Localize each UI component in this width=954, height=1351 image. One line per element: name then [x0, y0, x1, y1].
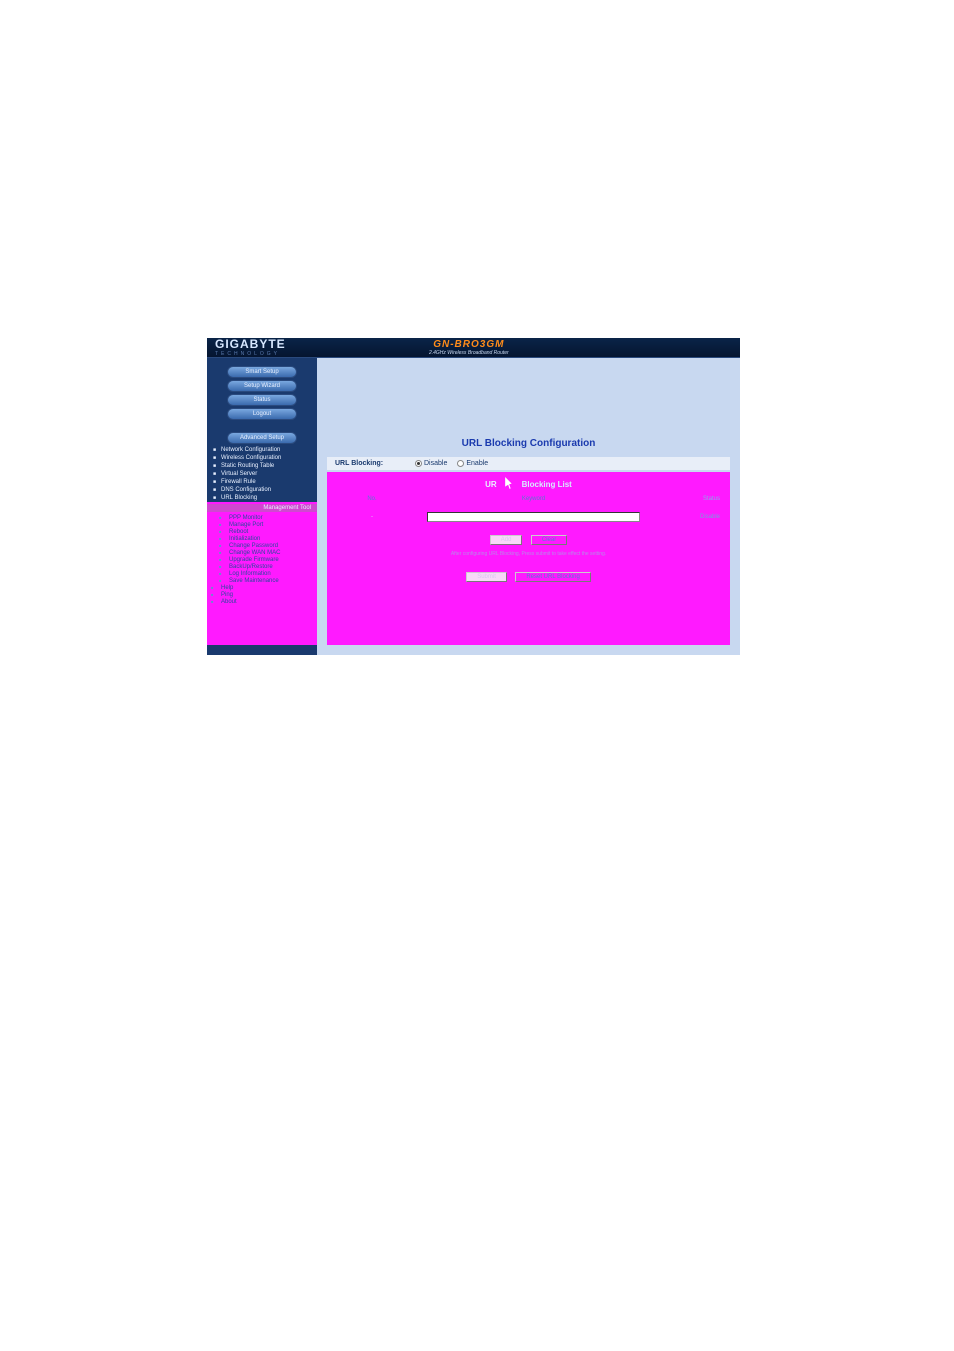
management-section: Management Tool PPP Monitor Manage Port …: [207, 502, 317, 645]
hint-text: After configuring URL Blocking, Press su…: [327, 548, 730, 563]
list-header-prefix: UR: [485, 480, 497, 489]
product-block: GN-BRO3GM 2.4GHz Wireless Broadband Rout…: [429, 339, 509, 356]
nav-network-configuration[interactable]: Network Configuration: [211, 446, 313, 454]
advanced-setup-button[interactable]: Advanced Setup: [227, 432, 297, 444]
mgmt-reboot[interactable]: Reboot: [229, 528, 313, 535]
management-list: PPP Monitor Manage Port Reboot Initializ…: [211, 514, 313, 584]
mgmt-initialization[interactable]: Initialization: [229, 535, 313, 542]
brand-sub: TECHNOLOGY: [215, 351, 286, 357]
radio-enable-label: Enable: [466, 460, 488, 467]
keyword-input[interactable]: [427, 512, 640, 522]
status-button[interactable]: Status: [227, 394, 297, 406]
mgmt-ping[interactable]: Ping: [211, 591, 313, 598]
radio-disable-dot: [415, 460, 422, 467]
mgmt-change-wan-mac[interactable]: Change WAN MAC: [229, 549, 313, 556]
row-no-value: -: [337, 514, 407, 520]
brand-block: GIGABYTE TECHNOLOGY: [215, 338, 286, 357]
mgmt-save-maintenance[interactable]: Save Maintenance: [229, 577, 313, 584]
logout-button[interactable]: Logout: [227, 408, 297, 420]
radio-disable[interactable]: Disable: [415, 460, 447, 467]
col-keyword-header: Keyword: [407, 496, 660, 502]
bottom-filler: [327, 585, 730, 645]
add-clear-row: Add Clear: [327, 526, 730, 548]
product-desc: 2.4GHz Wireless Broadband Router: [429, 350, 509, 356]
nav-firewall-rule[interactable]: Firewall Rule: [211, 478, 313, 486]
mgmt-manage-port[interactable]: Manage Port: [229, 521, 313, 528]
reset-button[interactable]: Reset URL Blocking: [515, 572, 590, 582]
row-status-value: Disable: [660, 514, 720, 520]
table-header-row: No. Keyword Status: [327, 494, 730, 512]
advanced-nav-list: Network Configuration Wireless Configura…: [211, 446, 313, 502]
table-input-row: - Disable: [327, 512, 730, 526]
submit-button[interactable]: Submit: [466, 572, 507, 582]
mgmt-help[interactable]: Help: [211, 584, 313, 591]
header-bar: GIGABYTE TECHNOLOGY GN-BRO3GM 2.4GHz Wir…: [207, 338, 740, 358]
router-admin-window: GIGABYTE TECHNOLOGY GN-BRO3GM 2.4GHz Wir…: [207, 338, 740, 635]
radio-enable[interactable]: Enable: [457, 460, 488, 467]
nav-dns-configuration[interactable]: DNS Configuration: [211, 486, 313, 494]
mgmt-backup-restore[interactable]: BackUp/Restore: [229, 563, 313, 570]
mgmt-ppp-monitor[interactable]: PPP Monitor: [229, 514, 313, 521]
mgmt-change-password[interactable]: Change Password: [229, 542, 313, 549]
blocking-list-header: UR Blocking List: [327, 472, 730, 494]
col-status-header: Status: [660, 496, 720, 502]
submit-reset-row: Submit Reset URL Blocking: [327, 563, 730, 585]
nav-wireless-configuration[interactable]: Wireless Configuration: [211, 454, 313, 462]
nav-static-routing-table[interactable]: Static Routing Table: [211, 462, 313, 470]
body-row: Smart Setup Setup Wizard Status Logout A…: [207, 358, 740, 655]
col-no-header: No.: [337, 496, 407, 502]
sidebar: Smart Setup Setup Wizard Status Logout A…: [207, 358, 317, 655]
smart-setup-button[interactable]: Smart Setup: [227, 366, 297, 378]
cursor-icon: [505, 477, 515, 489]
main-panel: URL Blocking Configuration URL Blocking:…: [317, 358, 740, 655]
add-button[interactable]: Add: [490, 535, 523, 545]
url-blocking-radio-group: Disable Enable: [415, 460, 488, 467]
url-blocking-label: URL Blocking:: [335, 460, 415, 467]
mgmt-upgrade-firmware[interactable]: Upgrade Firmware: [229, 556, 313, 563]
mgmt-about[interactable]: About: [211, 598, 313, 605]
setup-wizard-button[interactable]: Setup Wizard: [227, 380, 297, 392]
management-header: Management Tool: [207, 504, 317, 512]
nav-virtual-server[interactable]: Virtual Server: [211, 470, 313, 478]
page-title: URL Blocking Configuration: [327, 438, 730, 449]
url-blocking-row: URL Blocking: Disable Enable: [327, 457, 730, 470]
mgmt-log-information[interactable]: Log Information: [229, 570, 313, 577]
radio-disable-label: Disable: [424, 460, 447, 467]
product-name: GN-BRO3GM: [429, 339, 509, 350]
radio-enable-dot: [457, 460, 464, 467]
nav-url-blocking[interactable]: URL Blocking: [211, 494, 313, 502]
clear-button[interactable]: Clear: [531, 535, 567, 545]
brand-name: GIGABYTE: [215, 338, 286, 350]
config-area: URL Blocking Configuration URL Blocking:…: [317, 358, 740, 655]
list-header-text: Blocking List: [522, 480, 572, 489]
